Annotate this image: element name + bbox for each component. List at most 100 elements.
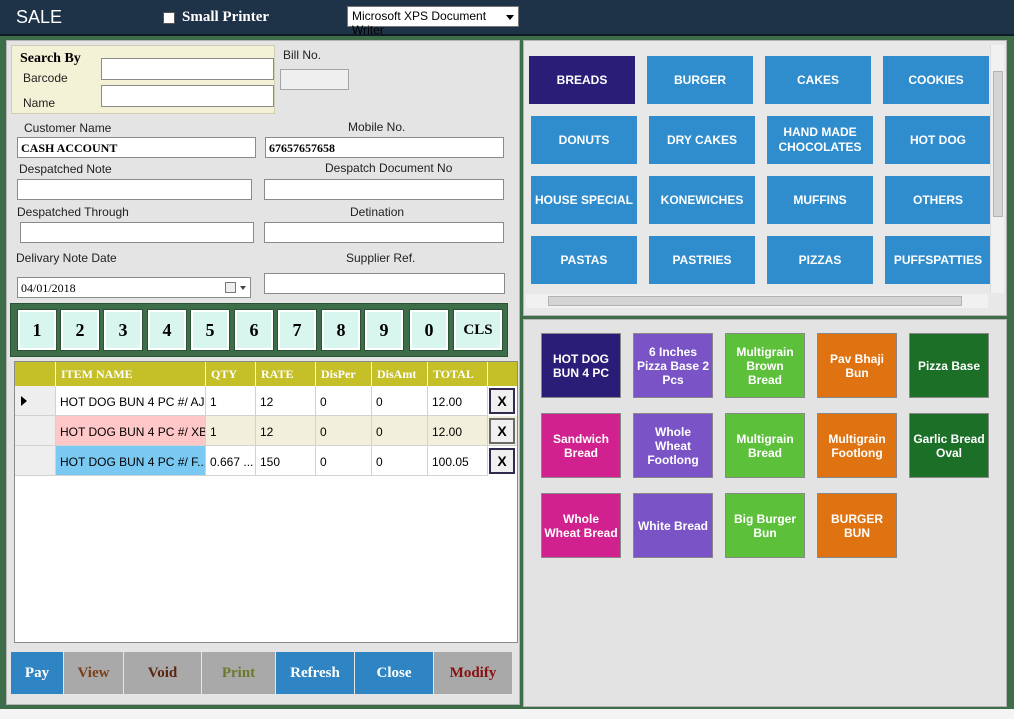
numpad-key-6[interactable]: 6 — [234, 309, 274, 351]
scrollbar-thumb[interactable] — [548, 296, 962, 306]
table-row-item-name[interactable]: HOT DOG BUN 4 PC #/ AJ... — [56, 386, 206, 416]
product-whole-wheat-footlong[interactable]: Whole Wheat Footlong — [633, 413, 713, 478]
category-konewiches[interactable]: KONEWICHES — [649, 176, 755, 224]
table-row-disper[interactable]: 0 — [316, 446, 372, 476]
numpad-key-2[interactable]: 2 — [60, 309, 100, 351]
close-button[interactable]: Close — [355, 652, 434, 694]
despatched-note-input[interactable] — [17, 179, 252, 200]
destination-input[interactable] — [264, 222, 504, 243]
despatched-through-input[interactable] — [20, 222, 254, 243]
row-selector[interactable] — [15, 416, 56, 446]
grid-header-total[interactable]: TOTAL — [428, 362, 488, 386]
numpad: 1 2 3 4 5 6 7 8 9 0 CLS — [10, 303, 508, 357]
table-row-total[interactable]: 12.00 — [428, 416, 488, 446]
numpad-key-0[interactable]: 0 — [409, 309, 449, 351]
void-button[interactable]: Void — [124, 652, 202, 694]
numpad-key-3[interactable]: 3 — [103, 309, 143, 351]
grid-header-rate[interactable]: RATE — [256, 362, 316, 386]
numpad-key-4[interactable]: 4 — [147, 309, 187, 351]
remove-row-button[interactable]: X — [489, 418, 515, 444]
grid-header-item-name[interactable]: ITEM NAME — [56, 362, 206, 386]
numpad-key-7[interactable]: 7 — [277, 309, 317, 351]
category-muffins[interactable]: MUFFINS — [767, 176, 873, 224]
table-row-rate[interactable]: 12 — [256, 416, 316, 446]
product-multigrain-footlong[interactable]: Multigrain Footlong — [817, 413, 897, 478]
category-puffspatties[interactable]: PUFFSPATTIES — [885, 236, 991, 284]
despatch-document-no-input[interactable] — [264, 179, 504, 200]
category-others[interactable]: OTHERS — [885, 176, 991, 224]
numpad-key-8[interactable]: 8 — [321, 309, 361, 351]
mobile-no-input[interactable]: 67657657658 — [265, 137, 504, 158]
grid-header-qty[interactable]: QTY — [206, 362, 256, 386]
table-row-qty[interactable]: 1 — [206, 416, 256, 446]
table-row-item-name[interactable]: HOT DOG BUN 4 PC #/ XBX — [56, 416, 206, 446]
chevron-down-icon — [506, 15, 514, 20]
table-row-rate[interactable]: 12 — [256, 386, 316, 416]
product-whole-wheat-bread[interactable]: Whole Wheat Bread — [541, 493, 621, 558]
category-cakes[interactable]: CAKES — [765, 56, 871, 104]
category-house-special[interactable]: HOUSE SPECIAL — [531, 176, 637, 224]
small-printer-checkbox[interactable] — [163, 12, 175, 24]
category-pastries[interactable]: PASTRIES — [649, 236, 755, 284]
category-breads[interactable]: BREADS — [529, 56, 635, 104]
table-row-item-name[interactable]: HOT DOG BUN 4 PC #/ F... — [56, 446, 206, 476]
product-pav-bhaji-bun[interactable]: Pav Bhaji Bun — [817, 333, 897, 398]
numpad-key-9[interactable]: 9 — [364, 309, 404, 351]
numpad-clear-button[interactable]: CLS — [453, 309, 503, 351]
numpad-key-5[interactable]: 5 — [190, 309, 230, 351]
category-pastas[interactable]: PASTAS — [531, 236, 637, 284]
print-button[interactable]: Print — [202, 652, 276, 694]
calendar-icon[interactable] — [225, 282, 236, 293]
product-garlic-bread-oval[interactable]: Garlic Bread Oval — [909, 413, 989, 478]
barcode-input[interactable] — [101, 58, 274, 80]
remove-row-button[interactable]: X — [489, 448, 515, 474]
table-row-total[interactable]: 12.00 — [428, 386, 488, 416]
table-row-qty[interactable]: 1 — [206, 386, 256, 416]
table-row-qty[interactable]: 0.667 ... — [206, 446, 256, 476]
view-button[interactable]: View — [64, 652, 124, 694]
grid-header-disamt[interactable]: DisAmt — [372, 362, 428, 386]
grid-header-disper[interactable]: DisPer — [316, 362, 372, 386]
customer-name-label: Customer Name — [24, 121, 112, 135]
category-burger[interactable]: BURGER — [647, 56, 753, 104]
name-search-input[interactable] — [101, 85, 274, 107]
table-row-total[interactable]: 100.05 — [428, 446, 488, 476]
product-white-bread[interactable]: White Bread — [633, 493, 713, 558]
category-pizzas[interactable]: PIZZAS — [767, 236, 873, 284]
remove-row-button[interactable]: X — [489, 388, 515, 414]
category-vertical-scrollbar[interactable] — [990, 45, 1004, 293]
product-pizza-base[interactable]: Pizza Base — [909, 333, 989, 398]
category-hot-dog[interactable]: HOT DOG — [885, 116, 991, 164]
table-row-rate[interactable]: 150 — [256, 446, 316, 476]
category-hand-made-chocolates[interactable]: HAND MADE CHOCOLATES — [767, 116, 873, 164]
category-dry-cakes[interactable]: DRY CAKES — [649, 116, 755, 164]
delivery-note-date-picker[interactable]: 04/01/2018 — [17, 277, 251, 298]
category-horizontal-scrollbar[interactable] — [526, 294, 988, 308]
printer-select[interactable]: Microsoft XPS Document Writer — [347, 6, 519, 37]
product-big-burger-bun[interactable]: Big Burger Bun — [725, 493, 805, 558]
category-cookies[interactable]: COOKIES — [883, 56, 989, 104]
numpad-key-1[interactable]: 1 — [17, 309, 57, 351]
table-row-disamt[interactable]: 0 — [372, 416, 428, 446]
product-multigrain-brown-bread[interactable]: Multigrain Brown Bread — [725, 333, 805, 398]
table-row-disper[interactable]: 0 — [316, 386, 372, 416]
category-donuts[interactable]: DONUTS — [531, 116, 637, 164]
sale-items-grid: ITEM NAME QTY RATE DisPer DisAmt TOTAL H… — [14, 361, 518, 643]
table-row-disper[interactable]: 0 — [316, 416, 372, 446]
row-selector[interactable] — [15, 386, 56, 416]
product-hot-dog-bun-4-pc[interactable]: HOT DOG BUN 4 PC — [541, 333, 621, 398]
pay-button[interactable]: Pay — [11, 652, 64, 694]
product-burger-bun[interactable]: BURGER BUN — [817, 493, 897, 558]
bill-no-label: Bill No. — [283, 48, 322, 62]
product-multigrain-bread[interactable]: Multigrain Bread — [725, 413, 805, 478]
customer-name-input[interactable]: CASH ACCOUNT — [17, 137, 256, 158]
product-sandwich-bread[interactable]: Sandwich Bread — [541, 413, 621, 478]
supplier-ref-input[interactable] — [264, 273, 505, 294]
table-row-disamt[interactable]: 0 — [372, 386, 428, 416]
table-row-disamt[interactable]: 0 — [372, 446, 428, 476]
refresh-button[interactable]: Refresh — [276, 652, 355, 694]
modify-button[interactable]: Modify — [434, 652, 513, 694]
scrollbar-thumb[interactable] — [993, 71, 1003, 217]
product-6-inches-pizza-base[interactable]: 6 Inches Pizza Base 2 Pcs — [633, 333, 713, 398]
row-selector[interactable] — [15, 446, 56, 476]
